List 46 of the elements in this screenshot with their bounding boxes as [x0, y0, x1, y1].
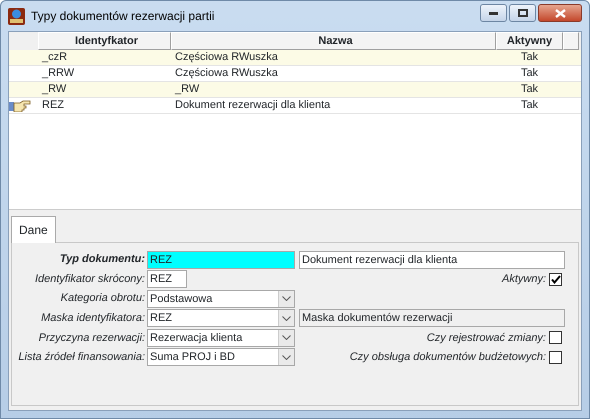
- column-header[interactable]: Identyfkator: [38, 32, 171, 50]
- table-cell-text: Tak: [520, 50, 540, 65]
- checkbox-label: Czy obsługa dokumentów budżetowych:: [350, 350, 546, 366]
- combo-box[interactable]: Podstawowa: [147, 290, 295, 308]
- table-cell-text: Dokument rezerwacji dla klienta: [174, 98, 332, 113]
- combo-box[interactable]: REZ: [147, 309, 295, 328]
- maximize-button[interactable]: [509, 4, 536, 22]
- field-label: Lista źródeł finansowania:: [17, 350, 146, 366]
- checkbox-label: Czy rejestrować zmiany:: [426, 330, 546, 346]
- table-cell-text: Częściowa RWuszka: [174, 50, 279, 65]
- table-row[interactable]: _czR Częściowa RWuszka Tak: [9, 50, 581, 66]
- table-cell-text: _RRW: [40, 66, 76, 81]
- checkbox-label: Aktywny:: [502, 272, 546, 287]
- table-cell-text: _RW: [174, 82, 200, 97]
- table-cell-text: Tak: [520, 98, 540, 113]
- combo-box[interactable]: Suma PROJ i BD: [147, 348, 295, 366]
- table-cell-text: REZ: [41, 98, 65, 113]
- table-row[interactable]: _RW _RW Tak: [9, 82, 581, 98]
- checkbox[interactable]: [549, 272, 562, 286]
- combo-box[interactable]: Rezerwacja klienta: [147, 328, 295, 347]
- table-cell-text: Częściowa RWuszka: [174, 66, 279, 81]
- close-icon: [554, 8, 566, 18]
- field-label: Maska identyfikatora:: [40, 311, 146, 326]
- minimize-icon: [489, 12, 498, 14]
- field-label: Kategoria obrotu:: [60, 291, 146, 306]
- app-icon: [8, 8, 25, 24]
- text-field[interactable]: REZ: [147, 250, 295, 268]
- checkbox[interactable]: [549, 350, 562, 364]
- table-cell-text: Tak: [520, 82, 540, 97]
- field-label: Typ dokumentu:: [58, 252, 146, 268]
- table-cell-text: _czR: [40, 50, 68, 65]
- field-label: Identyfikator skrócony:: [34, 272, 146, 287]
- text-field[interactable]: Dokument rezerwacji dla klienta: [299, 250, 565, 268]
- text-field[interactable]: REZ: [147, 270, 187, 288]
- minimize-button[interactable]: [480, 4, 507, 22]
- maximize-icon: [518, 9, 528, 17]
- table-cell-text: _RW: [40, 82, 68, 97]
- table-cell-text: Tak: [520, 66, 540, 81]
- field-label: Przyczyna rezerwacji:: [38, 330, 146, 346]
- table-row[interactable]: REZ Dokument rezerwacji dla klienta Tak: [9, 98, 581, 114]
- column-header[interactable]: Aktywny: [496, 32, 563, 50]
- close-button[interactable]: [538, 4, 582, 22]
- window-title: Typy dokumentów rezerwacji partii: [31, 8, 214, 25]
- column-header[interactable]: Nazwa: [171, 32, 496, 50]
- checkbox[interactable]: [549, 331, 562, 344]
- tab[interactable]: Dane: [11, 216, 56, 243]
